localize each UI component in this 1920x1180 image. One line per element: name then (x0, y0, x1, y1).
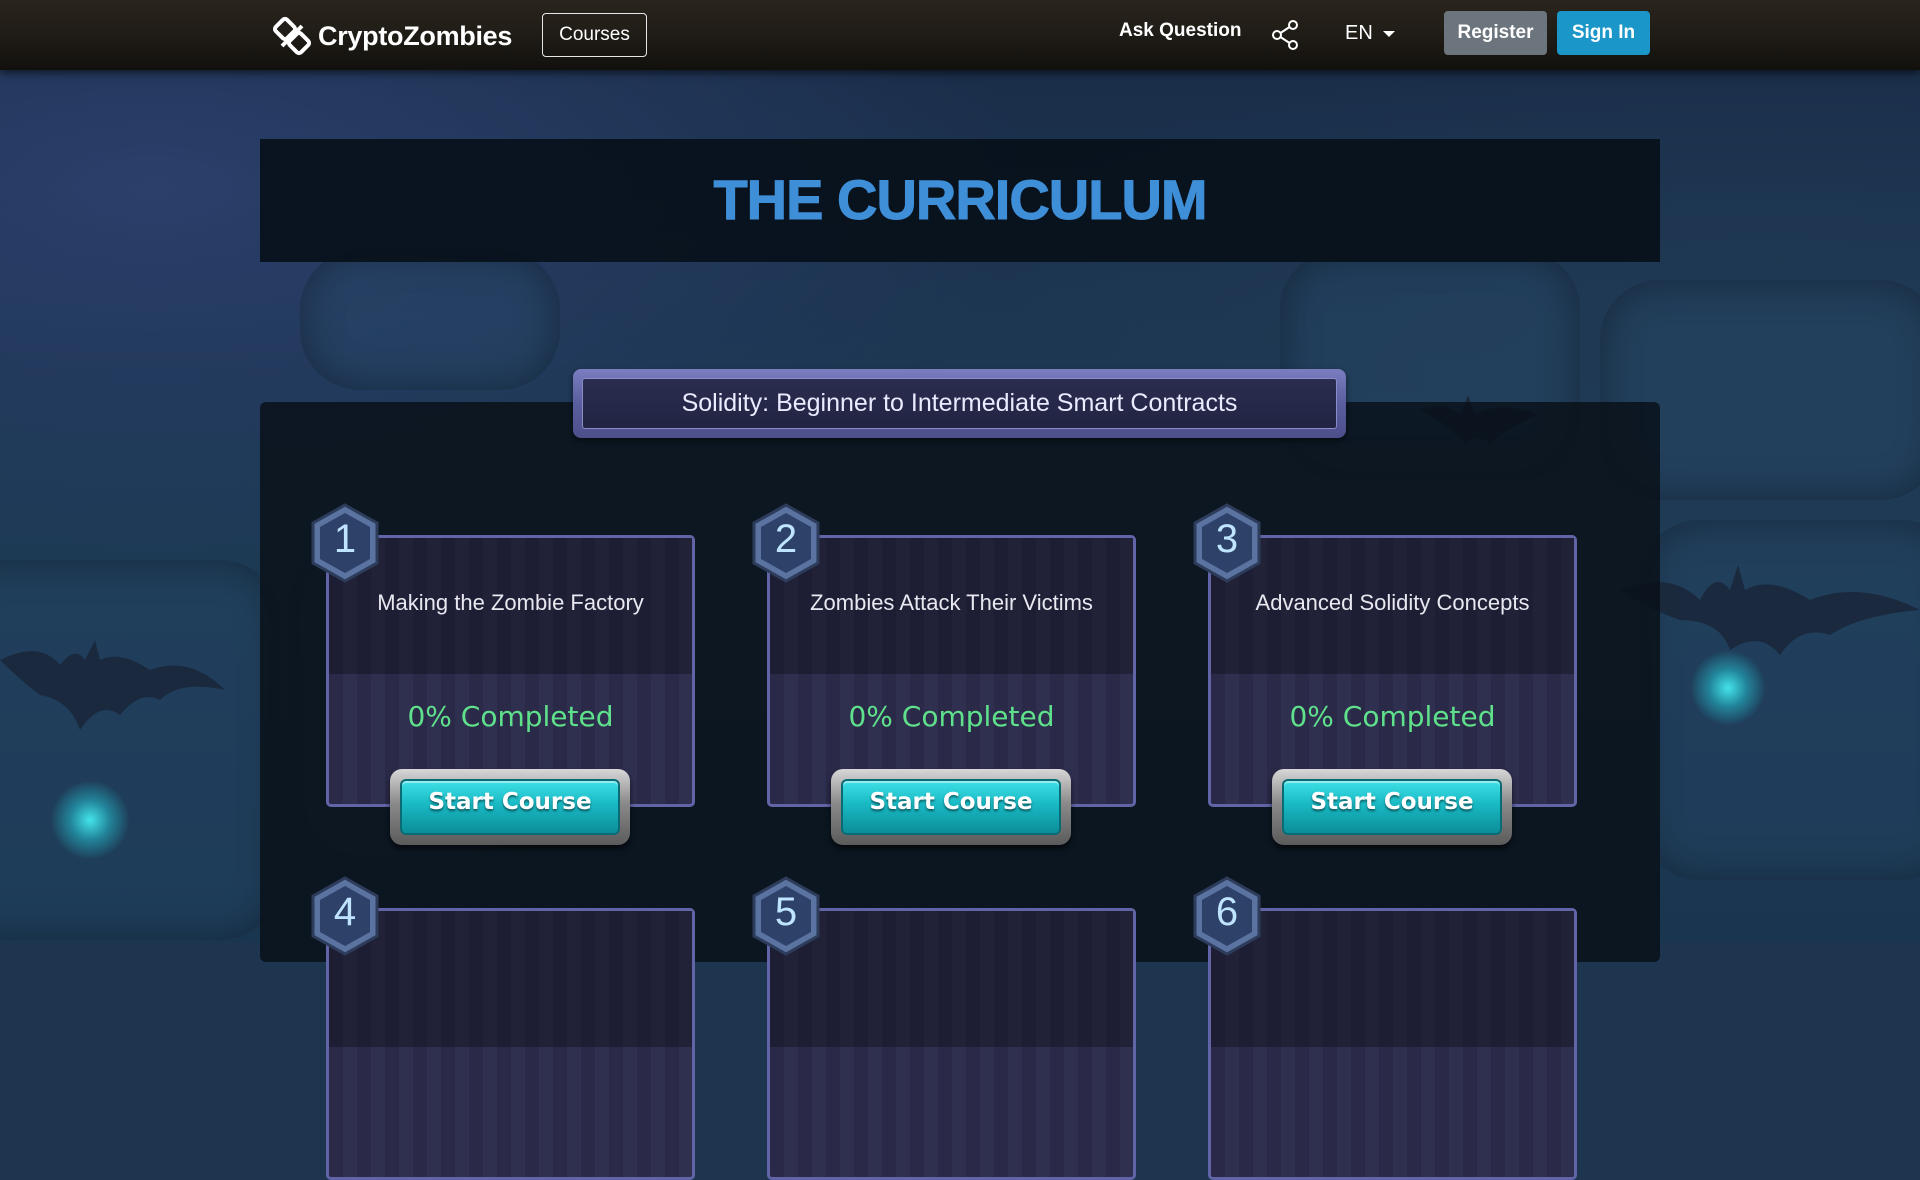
start-course-label: Start Course (428, 789, 592, 815)
start-course-button[interactable]: Start Course (1272, 769, 1512, 845)
cryptozombies-logo-icon (272, 16, 312, 56)
lesson-card-header (1211, 911, 1574, 1047)
background-block (0, 560, 280, 940)
lesson-number: 5 (774, 890, 798, 934)
lesson-card: Making the Zombie Factory 0% Completed (326, 535, 695, 807)
lesson-number-badge: 6 (1191, 876, 1263, 956)
language-selector[interactable]: EN (1345, 22, 1395, 45)
lesson-card (326, 908, 695, 1180)
lesson-number: 6 (1215, 890, 1239, 934)
lesson-name: Making the Zombie Factory (377, 590, 644, 615)
lesson-number: 2 (774, 517, 798, 561)
share-icon[interactable] (1271, 20, 1301, 50)
bat-silhouette (1620, 565, 1920, 655)
lesson-name: Advanced Solidity Concepts (1255, 590, 1530, 615)
lesson-number: 4 (333, 890, 357, 934)
bat-silhouette (0, 640, 225, 730)
lesson-number-badge: 3 (1191, 503, 1263, 583)
lesson-card (1208, 908, 1577, 1180)
language-label: EN (1345, 22, 1373, 44)
lesson-name: Zombies Attack Their Victims (810, 590, 1093, 615)
lesson-number: 3 (1215, 517, 1239, 561)
page-title: THE CURRICULUM (713, 168, 1208, 232)
start-course-button[interactable]: Start Course (390, 769, 630, 845)
course-title: Solidity: Beginner to Intermediate Smart… (582, 378, 1337, 429)
start-course-label: Start Course (869, 789, 1033, 815)
start-course-label: Start Course (1310, 789, 1474, 815)
lesson-card (767, 908, 1136, 1180)
brand-logo[interactable]: CryptoZombies (272, 16, 512, 56)
lesson-number-badge: 4 (309, 876, 381, 956)
lesson-card: Advanced Solidity Concepts 0% Completed (1208, 535, 1577, 807)
brand-name: CryptoZombies (318, 20, 513, 51)
chevron-down-icon (1382, 30, 1395, 37)
start-course-button[interactable]: Start Course (831, 769, 1071, 845)
lesson-number: 1 (333, 517, 357, 561)
lesson-card-header (329, 911, 692, 1047)
lesson-number-badge: 1 (309, 503, 381, 583)
course-banner: Solidity: Beginner to Intermediate Smart… (573, 369, 1346, 438)
glowing-orb (50, 780, 130, 860)
sign-in-button[interactable]: Sign In (1557, 11, 1650, 55)
background-block (300, 250, 560, 390)
lesson-number-badge: 2 (750, 503, 822, 583)
lesson-progress: 0% Completed (848, 700, 1055, 733)
courses-button[interactable]: Courses (542, 13, 647, 57)
lesson-card: Zombies Attack Their Victims 0% Complete… (767, 535, 1136, 807)
curriculum-header: THE CURRICULUM (260, 139, 1660, 262)
lesson-progress: 0% Completed (407, 700, 614, 733)
lesson-card-header (770, 911, 1133, 1047)
lesson-number-badge: 5 (750, 876, 822, 956)
register-button[interactable]: Register (1444, 11, 1547, 55)
ask-question-link[interactable]: Ask Question (1119, 20, 1241, 42)
lesson-progress: 0% Completed (1289, 700, 1496, 733)
top-navbar: CryptoZombies Courses Ask Question EN Re… (0, 0, 1920, 70)
